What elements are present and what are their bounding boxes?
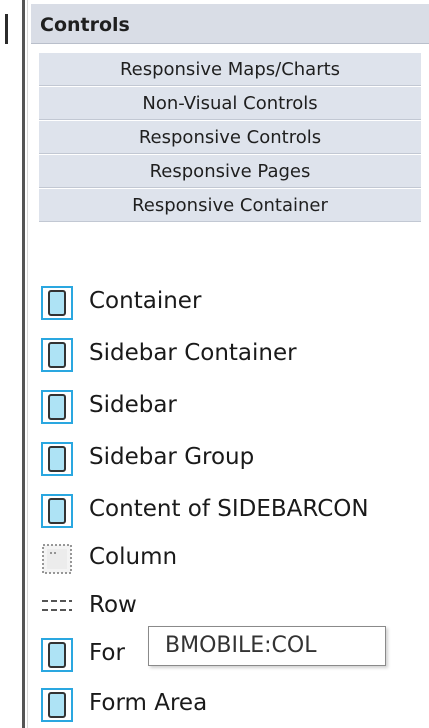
controls-header[interactable]: Controls — [31, 4, 429, 44]
toolbox-item-label: Column — [89, 544, 178, 570]
toolbox-item-row[interactable]: Row — [41, 588, 429, 628]
category-responsive-maps-charts[interactable]: Responsive Maps/Charts — [39, 53, 421, 86]
toolbox-item-label: Sidebar Container — [89, 340, 297, 366]
toolbox-item-label: For — [89, 640, 125, 666]
device-icon — [41, 638, 73, 672]
controls-panel: Controls Responsive Maps/Charts Non-Visu… — [31, 0, 429, 728]
device-icon — [41, 688, 73, 722]
toolbox-item-label: Form Area — [89, 690, 208, 716]
category-responsive-pages[interactable]: Responsive Pages — [39, 155, 421, 188]
toolbox-item-sidebar[interactable]: Sidebar — [41, 388, 429, 428]
toolbox-item-label: Content of SIDEBARCON — [89, 496, 369, 522]
controls-header-title: Controls — [40, 14, 130, 36]
row-icon — [42, 600, 72, 611]
device-icon — [41, 442, 73, 476]
toolbox-item-sidebar-group[interactable]: Sidebar Group — [41, 440, 429, 480]
category-non-visual-controls[interactable]: Non-Visual Controls — [39, 87, 421, 120]
category-responsive-controls[interactable]: Responsive Controls — [39, 121, 421, 154]
toolbox-item-sidebar-container[interactable]: Sidebar Container — [41, 336, 429, 376]
column-icon — [42, 544, 72, 574]
tooltip: BMOBILE:COL — [148, 626, 386, 666]
panel-splitter[interactable] — [22, 0, 25, 728]
toolbox-item-container[interactable]: Container — [41, 284, 429, 324]
toolbox-item-content-of-sidebarcontainer[interactable]: Content of SIDEBARCON — [41, 492, 429, 532]
toolbox-window: Controls Responsive Maps/Charts Non-Visu… — [0, 0, 429, 728]
toolbox-item-label: Container — [89, 288, 202, 314]
toolbox-item-form-area[interactable]: Form Area — [41, 686, 429, 726]
toolbox-item-column[interactable]: Column — [41, 540, 429, 580]
left-gutter — [0, 0, 28, 728]
panel-splitter-edge — [27, 0, 28, 728]
device-icon — [41, 494, 73, 528]
category-responsive-container[interactable]: Responsive Container — [39, 189, 421, 222]
gutter-divider — [5, 14, 8, 44]
device-icon — [41, 338, 73, 372]
tooltip-text: BMOBILE:COL — [165, 633, 317, 658]
toolbox-item-label: Sidebar — [89, 392, 177, 418]
device-icon — [41, 390, 73, 424]
toolbox-item-label: Row — [89, 592, 137, 618]
toolbox-item-label: Sidebar Group — [89, 444, 255, 470]
device-icon — [41, 286, 73, 320]
